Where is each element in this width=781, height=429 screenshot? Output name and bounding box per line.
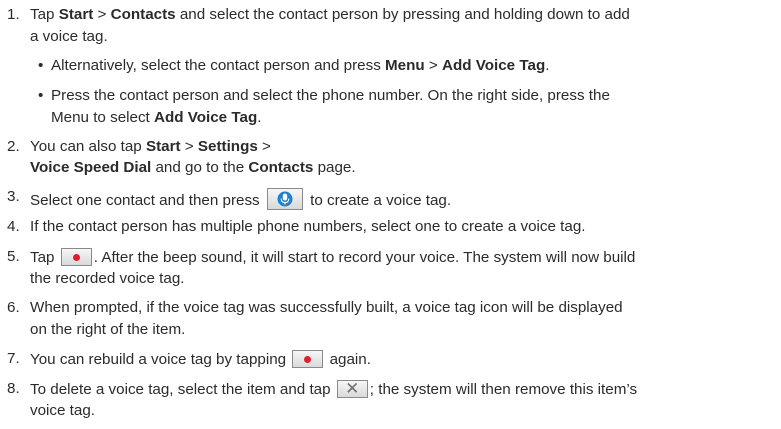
record-dot-icon	[60, 248, 92, 266]
step-3-number: 3.	[7, 188, 20, 205]
step-8-text-line-2: voice tag.	[30, 402, 96, 419]
step-1-text-line-2: a voice tag.	[30, 28, 108, 45]
step-2-number: 2.	[7, 138, 20, 155]
bullet-1-text: Alternatively, select the contact person…	[51, 57, 550, 74]
close-x-icon: ✕	[336, 380, 368, 398]
step-8-number: 8.	[7, 380, 20, 397]
step-8-text-line-1: To delete a voice tag, select the item a…	[30, 379, 638, 398]
bullet-2-text-line-2: Menu to select Add Voice Tag.	[51, 109, 262, 126]
step-7-text: You can rebuild a voice tag by tapping a…	[30, 350, 371, 368]
bullet-1-marker: •	[38, 57, 44, 74]
step-7-number: 7.	[7, 350, 20, 367]
bullet-2-marker: •	[38, 87, 44, 104]
microphone-icon	[266, 188, 303, 210]
step-2-text-line-2: Voice Speed Dial and go to the Contacts …	[30, 159, 356, 176]
step-6-number: 6.	[7, 299, 20, 316]
step-3-text: Select one contact and then press to cre…	[30, 188, 451, 210]
step-6-text-line-2: on the right of the item.	[30, 321, 186, 338]
step-1-number: 1.	[7, 6, 20, 23]
step-6-text-line-1: When prompted, if the voice tag was succ…	[30, 299, 623, 316]
step-5-number: 5.	[7, 248, 20, 265]
step-4-number: 4.	[7, 218, 20, 235]
step-5-text-line-1: Tap . After the beep sound, it will star…	[30, 248, 636, 266]
step-1-text-line-1: Tap Start > Contacts and select the cont…	[30, 6, 630, 23]
step-2-text-line-1: You can also tap Start > Settings >	[30, 138, 271, 155]
record-dot-icon	[292, 350, 324, 368]
step-5-text-line-2: the recorded voice tag.	[30, 270, 185, 287]
bullet-2-text-line-1: Press the contact person and select the …	[51, 87, 610, 104]
step-4-text: If the contact person has multiple phone…	[30, 218, 586, 235]
